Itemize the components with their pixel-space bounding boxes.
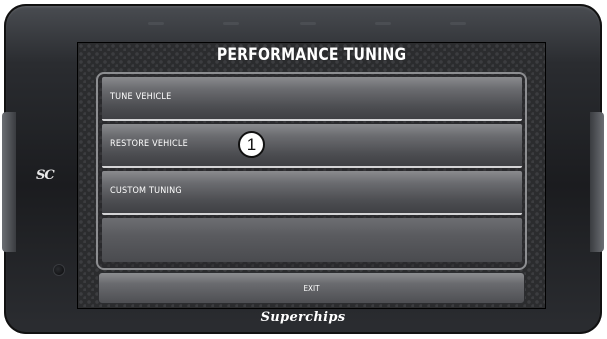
sc-logo: SC	[36, 168, 55, 183]
exit-button[interactable]: EXIT	[98, 272, 525, 304]
tuner-device: SC PERFORMANCE TUNING TUNE VEHICLE RESTO…	[2, 4, 604, 334]
exit-button-label: EXIT	[303, 284, 320, 293]
right-side-grip	[590, 112, 604, 252]
callout-badge: 1	[238, 131, 265, 158]
menu-item-restore-vehicle[interactable]: RESTORE VEHICLE	[102, 124, 522, 168]
menu-item-label: RESTORE VEHICLE	[110, 139, 188, 149]
left-side-grip	[2, 112, 16, 252]
menu-item-label: CUSTOM TUNING	[110, 186, 182, 196]
menu-item-empty	[102, 218, 522, 262]
light-sensor	[54, 265, 64, 275]
indicator-led-row	[4, 22, 602, 28]
indicator-led	[300, 22, 316, 25]
page-title: PERFORMANCE TUNING	[216, 45, 407, 65]
indicator-led	[375, 22, 391, 25]
indicator-led	[223, 22, 239, 25]
indicator-led	[450, 22, 466, 25]
display-screen: PERFORMANCE TUNING TUNE VEHICLE RESTORE …	[77, 42, 546, 309]
menu-item-tune-vehicle[interactable]: TUNE VEHICLE	[102, 77, 522, 121]
menu-item-custom-tuning[interactable]: CUSTOM TUNING	[102, 171, 522, 215]
indicator-led	[148, 22, 164, 25]
brand-logo: Superchips	[260, 310, 346, 325]
menu-list: TUNE VEHICLE RESTORE VEHICLE CUSTOM TUNI…	[96, 72, 527, 270]
menu-item-label: TUNE VEHICLE	[110, 92, 172, 102]
